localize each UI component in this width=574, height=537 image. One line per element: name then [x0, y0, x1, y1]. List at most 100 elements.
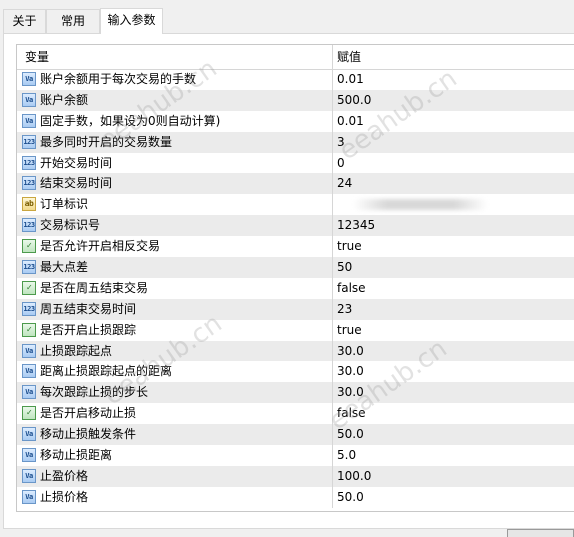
parameter-value[interactable]: 23	[337, 299, 352, 320]
parameter-value[interactable]: 30.0	[337, 341, 364, 362]
table-row[interactable]: Va 距离止损跟踪起点的距离 30.0	[17, 361, 574, 383]
column-divider	[332, 319, 333, 341]
table-row[interactable]: ab 订单标识	[17, 194, 574, 216]
column-divider	[332, 424, 333, 446]
number-icon: Va	[22, 113, 36, 128]
parameter-value[interactable]: 0.01	[337, 69, 364, 90]
column-divider	[332, 445, 333, 466]
parameter-value[interactable]: true	[337, 236, 362, 257]
parameter-name: 止损跟踪起点	[40, 343, 113, 358]
grid-header: 变量 赋值	[17, 45, 574, 70]
integer-icon: 123	[22, 301, 36, 316]
table-row[interactable]: 123 开始交易时间 0	[17, 152, 574, 174]
parameter-name: 周五结束交易时间	[40, 301, 137, 316]
number-icon: Va	[22, 468, 36, 483]
number-icon: Va	[22, 427, 36, 442]
table-row[interactable]: Va 止盈价格 100.0	[17, 465, 574, 487]
parameters-grid: 变量 赋值 Va 账户余额用于每次交易的手数 0.01 Va 账户余额 500.0 Va 固定…	[16, 44, 574, 512]
input-parameters-panel: 变量 赋值 Va 账户余额用于每次交易的手数 0.01 Va 账户余额 500.0 Va 固定…	[3, 33, 574, 529]
number-icon: Va	[22, 385, 36, 400]
table-row[interactable]: 123 周五结束交易时间 23	[17, 298, 574, 320]
number-icon: Va	[22, 92, 36, 107]
tab-input-parameters-label: 输入参数	[107, 13, 156, 27]
column-divider	[332, 194, 333, 216]
table-row[interactable]: Va 移动止损触发条件 50.0	[17, 424, 574, 446]
table-row[interactable]: Va 止损价格 50.0	[17, 486, 574, 508]
table-row[interactable]: 123 交易标识号 12345	[17, 215, 574, 237]
parameter-name: 交易标识号	[40, 218, 101, 233]
table-row[interactable]: Va 移动止损距离 5.0	[17, 445, 574, 466]
boolean-icon: ✓	[22, 322, 36, 337]
parameter-value[interactable]: false	[337, 278, 366, 299]
number-icon: Va	[22, 489, 36, 504]
parameter-name: 订单标识	[40, 197, 89, 212]
column-divider	[332, 215, 333, 237]
column-header-value[interactable]: 赋值	[337, 45, 361, 69]
integer-icon: 123	[22, 218, 36, 233]
column-divider	[332, 131, 333, 153]
table-row[interactable]: ✓ 是否允许开启相反交易 true	[17, 236, 574, 258]
table-row[interactable]: 123 结束交易时间 24	[17, 173, 574, 195]
table-row[interactable]: ✓ 是否在周五结束交易 false	[17, 277, 574, 299]
table-row[interactable]: ✓ 是否开启移动止损 false	[17, 403, 574, 425]
parameter-name: 止盈价格	[40, 468, 89, 483]
parameter-name: 是否开启止损跟踪	[40, 322, 137, 337]
parameter-value[interactable]: 50	[337, 257, 352, 278]
parameter-name: 是否在周五结束交易	[40, 280, 149, 295]
parameter-name: 账户余额	[40, 92, 89, 107]
integer-icon: 123	[22, 155, 36, 170]
parameter-name: 开始交易时间	[40, 155, 113, 170]
column-header-variable[interactable]: 变量	[25, 45, 49, 69]
column-divider[interactable]	[332, 45, 333, 69]
parameter-value[interactable]: 50.0	[337, 487, 364, 508]
parameter-name: 是否允许开启相反交易	[40, 239, 161, 254]
column-divider	[332, 298, 333, 320]
column-divider	[332, 277, 333, 299]
parameter-value[interactable]: 500.0	[337, 90, 371, 111]
parameter-value[interactable]: 5.0	[337, 445, 356, 466]
parameter-name: 结束交易时间	[40, 176, 113, 191]
tab-common[interactable]: 常用	[46, 9, 100, 33]
column-divider	[332, 257, 333, 278]
ok-button[interactable]	[507, 529, 574, 537]
integer-icon: 123	[22, 176, 36, 191]
table-row[interactable]: Va 账户余额 500.0	[17, 89, 574, 111]
column-divider	[332, 89, 333, 111]
table-row[interactable]: Va 止损跟踪起点 30.0	[17, 340, 574, 362]
column-divider	[332, 361, 333, 383]
parameter-name: 最大点差	[40, 260, 89, 275]
column-divider	[332, 382, 333, 404]
column-divider	[332, 173, 333, 195]
column-divider	[332, 110, 333, 132]
column-divider	[332, 236, 333, 258]
parameter-value[interactable]: 100.0	[337, 466, 371, 487]
number-icon: Va	[22, 448, 36, 463]
parameter-value[interactable]: 24	[337, 173, 352, 194]
tab-about-label: 关于	[12, 14, 37, 28]
column-divider	[332, 152, 333, 174]
boolean-icon: ✓	[22, 406, 36, 421]
tab-bar: 关于 常用 输入参数	[0, 0, 574, 34]
number-icon: Va	[22, 72, 36, 86]
parameter-value[interactable]: true	[337, 320, 362, 341]
column-divider	[332, 486, 333, 508]
redacted-value	[353, 199, 488, 211]
number-icon: Va	[22, 343, 36, 358]
integer-icon: 123	[22, 260, 36, 275]
parameter-name: 止损价格	[40, 489, 89, 504]
string-icon: ab	[22, 197, 36, 212]
column-divider	[332, 465, 333, 487]
integer-icon: 123	[22, 134, 36, 149]
boolean-icon: ✓	[22, 280, 36, 295]
table-row[interactable]: Va 账户余额用于每次交易的手数 0.01	[17, 69, 574, 90]
tab-about[interactable]: 关于	[3, 9, 46, 33]
number-icon: Va	[22, 364, 36, 379]
table-row[interactable]: ✓ 是否开启止损跟踪 true	[17, 319, 574, 341]
parameter-value[interactable]: 12345	[337, 215, 375, 236]
column-divider	[332, 340, 333, 362]
parameter-value[interactable]: 30.0	[337, 361, 364, 382]
tab-input-parameters[interactable]: 输入参数	[100, 8, 163, 34]
tab-common-label: 常用	[60, 14, 85, 28]
table-row[interactable]: 123 最大点差 50	[17, 257, 574, 278]
parameter-name: 移动止损触发条件	[40, 427, 137, 442]
